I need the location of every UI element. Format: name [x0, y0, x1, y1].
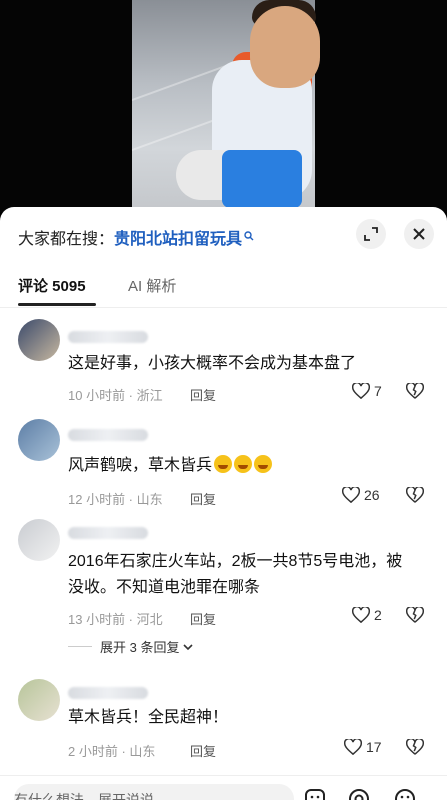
- username-blurred[interactable]: [68, 429, 148, 441]
- reply-button[interactable]: 回复: [190, 741, 216, 760]
- comment-text-content: 风声鹤唳，草木皆兵: [68, 457, 213, 474]
- comment-tabs: 评论 5095 AI 解析: [0, 267, 447, 308]
- like-button[interactable]: 7: [352, 383, 382, 399]
- chevron-down-icon: [183, 643, 194, 650]
- like-button[interactable]: 26: [342, 487, 380, 503]
- comment-text: 这是好事，小孩大概率不会成为基本盘了: [68, 355, 357, 372]
- laughing-emoji-icon: [234, 455, 253, 473]
- dislike-button[interactable]: [405, 486, 425, 508]
- expand-replies-button[interactable]: 展开 3 条回复: [68, 637, 194, 656]
- comment-text: 风声鹤唳，草木皆兵: [68, 453, 418, 479]
- broken-heart-icon: [405, 486, 425, 503]
- avatar[interactable]: [18, 519, 60, 561]
- heart-icon: [342, 487, 360, 503]
- username-blurred[interactable]: [68, 331, 148, 343]
- reply-button[interactable]: 回复: [190, 385, 216, 404]
- reply-button[interactable]: 回复: [190, 609, 216, 628]
- username-blurred[interactable]: [68, 687, 148, 699]
- expand-replies-label: 展开 3 条回复: [100, 640, 180, 655]
- broken-heart-icon: [405, 606, 425, 623]
- dislike-button[interactable]: [405, 738, 425, 760]
- search-icon: [244, 230, 254, 244]
- close-icon: [413, 228, 425, 240]
- video-suitcase: [222, 150, 302, 208]
- tab-ai-analysis[interactable]: AI 解析: [128, 275, 176, 296]
- video-subject-head: [250, 6, 320, 88]
- trending-search-prefix: 大家都在搜：: [18, 231, 115, 248]
- like-count: 7: [374, 383, 382, 399]
- active-tab-indicator: [18, 303, 96, 306]
- comment-sheet: 大家都在搜： 贵阳北站扣留玩具 评论 5095 AI 解析 这是好事，小孩大概率…: [0, 207, 447, 800]
- comment-input-bar: 有什么想法，展开说说: [0, 775, 447, 800]
- comment-meta: 2 小时前 · 山东: [68, 744, 156, 759]
- sticker-icon: [305, 789, 325, 800]
- dislike-button[interactable]: [405, 606, 425, 628]
- username-blurred[interactable]: [68, 527, 148, 539]
- comment-meta: 12 小时前 · 山东: [68, 492, 163, 507]
- mention-button[interactable]: [348, 788, 372, 800]
- broken-heart-icon: [405, 738, 425, 755]
- comment-text: 2016年石家庄火车站，2板一共8节5号电池，被没收。不知道电池罪在哪条: [68, 553, 403, 596]
- avatar[interactable]: [18, 319, 60, 361]
- heart-icon: [352, 607, 370, 623]
- like-count: 26: [364, 487, 380, 503]
- divider: [68, 646, 92, 647]
- close-button[interactable]: [404, 219, 434, 249]
- like-button[interactable]: 17: [344, 739, 382, 755]
- expand-icon: [364, 227, 378, 241]
- like-count: 2: [374, 607, 382, 623]
- reply-button[interactable]: 回复: [190, 489, 216, 508]
- emoji-button[interactable]: [394, 788, 418, 800]
- tab-comments[interactable]: 评论 5095: [18, 275, 86, 296]
- sticker-button[interactable]: [304, 788, 328, 800]
- comment-input-placeholder: 有什么想法，展开说说: [14, 792, 154, 800]
- avatar[interactable]: [18, 419, 60, 461]
- comment-text: 草木皆兵！全民超神！: [68, 709, 229, 726]
- video-player[interactable]: [0, 0, 447, 212]
- heart-icon: [352, 383, 370, 399]
- like-button[interactable]: 2: [352, 607, 382, 623]
- at-icon: [349, 789, 369, 800]
- expand-button[interactable]: [356, 219, 386, 249]
- comment-meta: 13 小时前 · 河北: [68, 612, 163, 627]
- comment-meta: 10 小时前 · 浙江: [68, 388, 163, 403]
- trending-search[interactable]: 大家都在搜： 贵阳北站扣留玩具: [18, 225, 254, 249]
- trending-search-term[interactable]: 贵阳北站扣留玩具: [114, 225, 242, 249]
- laughing-emoji-icon: [254, 455, 273, 473]
- emoji-icon: [395, 789, 415, 800]
- dislike-button[interactable]: [405, 382, 425, 404]
- avatar[interactable]: [18, 679, 60, 721]
- laughing-emoji-icon: [214, 455, 233, 473]
- broken-heart-icon: [405, 382, 425, 399]
- heart-icon: [344, 739, 362, 755]
- like-count: 17: [366, 739, 382, 755]
